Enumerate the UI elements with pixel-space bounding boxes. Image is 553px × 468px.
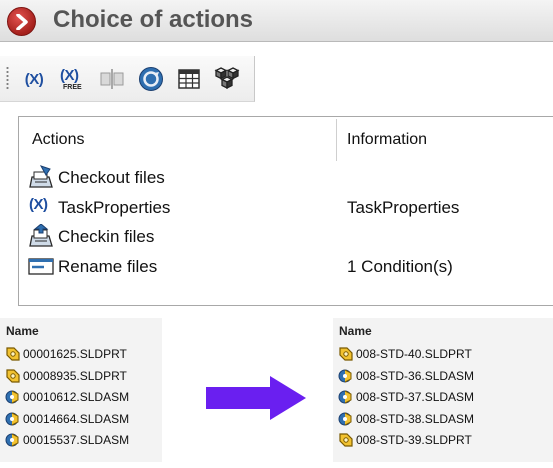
file-row[interactable]: 00010612.SLDASM: [4, 387, 194, 407]
split-button[interactable]: [97, 64, 127, 94]
column-separator[interactable]: [336, 119, 337, 161]
variable-icon: (X): [29, 196, 48, 213]
part-file-icon: [6, 347, 20, 361]
file-name: 008-STD-40.SLDPRT: [356, 347, 472, 361]
action-row-taskproperties[interactable]: (X) TaskProperties TaskProperties: [27, 193, 537, 221]
chevron-right-icon: [7, 7, 36, 36]
information-column-header[interactable]: Information: [347, 131, 427, 149]
split-icon: [100, 69, 124, 89]
assembly-file-icon: [338, 369, 352, 382]
rename-icon: [28, 258, 54, 275]
file-name: 00015537.SLDASM: [23, 433, 130, 447]
file-row[interactable]: 008-STD-37.SLDASM: [337, 387, 527, 407]
file-name: 008-STD-37.SLDASM: [356, 390, 475, 404]
file-row[interactable]: 00008935.SLDPRT: [4, 366, 194, 386]
actions-column-header[interactable]: Actions: [32, 131, 84, 149]
file-row[interactable]: 00015537.SLDASM: [4, 430, 194, 450]
table-button[interactable]: [174, 64, 204, 94]
assembly-file-icon: [338, 390, 352, 404]
action-info: TaskProperties: [347, 198, 460, 217]
title-bar: Choice of actions: [0, 0, 553, 42]
file-row[interactable]: 008-STD-38.SLDASM: [337, 409, 527, 429]
part-file-icon: [339, 433, 353, 447]
assembly-file-icon: [5, 412, 19, 425]
file-name: 00008935.SLDPRT: [23, 368, 127, 383]
free-variable-icon: (X) FREE: [60, 67, 82, 91]
file-name: 008-STD-38.SLDASM: [356, 411, 475, 426]
file-row[interactable]: 008-STD-40.SLDPRT: [337, 344, 527, 364]
action-row-rename[interactable]: Rename files 1 Condition(s): [27, 252, 537, 280]
file-row[interactable]: 00014664.SLDASM: [4, 409, 194, 429]
actions-panel: Actions Information Checkout files (X) T…: [18, 116, 553, 306]
toolbar: (X) (X) FREE: [0, 56, 255, 102]
checkout-icon: [29, 165, 53, 188]
part-file-icon: [339, 347, 353, 361]
action-label: Checkout files: [58, 168, 165, 187]
action-label: Checkin files: [58, 227, 155, 246]
file-name: 00014664.SLDASM: [23, 411, 130, 426]
assembly-file-icon: [338, 412, 352, 425]
assembly-file-icon: [5, 433, 19, 447]
variable-icon: (X): [24, 70, 44, 88]
arrow-right-icon: [206, 376, 306, 420]
action-info: 1 Condition(s): [347, 257, 453, 276]
name-column-header[interactable]: Name: [6, 324, 39, 338]
file-list-before: Name 00001625.SLDPRT 00008935.SLDPRT 00010…: [0, 318, 162, 462]
toolbar-grip[interactable]: [6, 66, 9, 90]
refresh-globe-icon: [139, 67, 163, 91]
name-column-header[interactable]: Name: [339, 324, 372, 338]
variable-button[interactable]: (X): [19, 64, 49, 94]
action-row-checkout[interactable]: Checkout files: [27, 163, 537, 191]
free-variable-button[interactable]: (X) FREE: [58, 64, 88, 94]
file-row[interactable]: 00001625.SLDPRT: [4, 344, 194, 364]
part-file-icon: [6, 368, 20, 383]
file-name: 00010612.SLDASM: [23, 390, 130, 404]
action-label: TaskProperties: [58, 198, 171, 217]
refresh-button[interactable]: [136, 64, 166, 94]
assembly-button[interactable]: [212, 64, 242, 94]
file-row[interactable]: 008-STD-39.SLDPRT: [337, 430, 527, 450]
file-name: 00001625.SLDPRT: [23, 347, 127, 361]
assembly-file-icon: [5, 390, 19, 404]
action-label: Rename files: [58, 257, 158, 276]
assembly-cubes-icon: [214, 67, 240, 90]
table-icon: [178, 69, 200, 89]
page-title: Choice of actions: [53, 6, 254, 33]
file-name: 008-STD-36.SLDASM: [356, 368, 475, 383]
action-row-checkin[interactable]: Checkin files: [27, 222, 537, 250]
file-list-after: Name 008-STD-40.SLDPRT 008-STD-36.SLDASM 0…: [333, 318, 553, 462]
file-name: 008-STD-39.SLDPRT: [356, 433, 472, 447]
checkin-icon: [29, 224, 53, 247]
file-row[interactable]: 008-STD-36.SLDASM: [337, 366, 527, 386]
